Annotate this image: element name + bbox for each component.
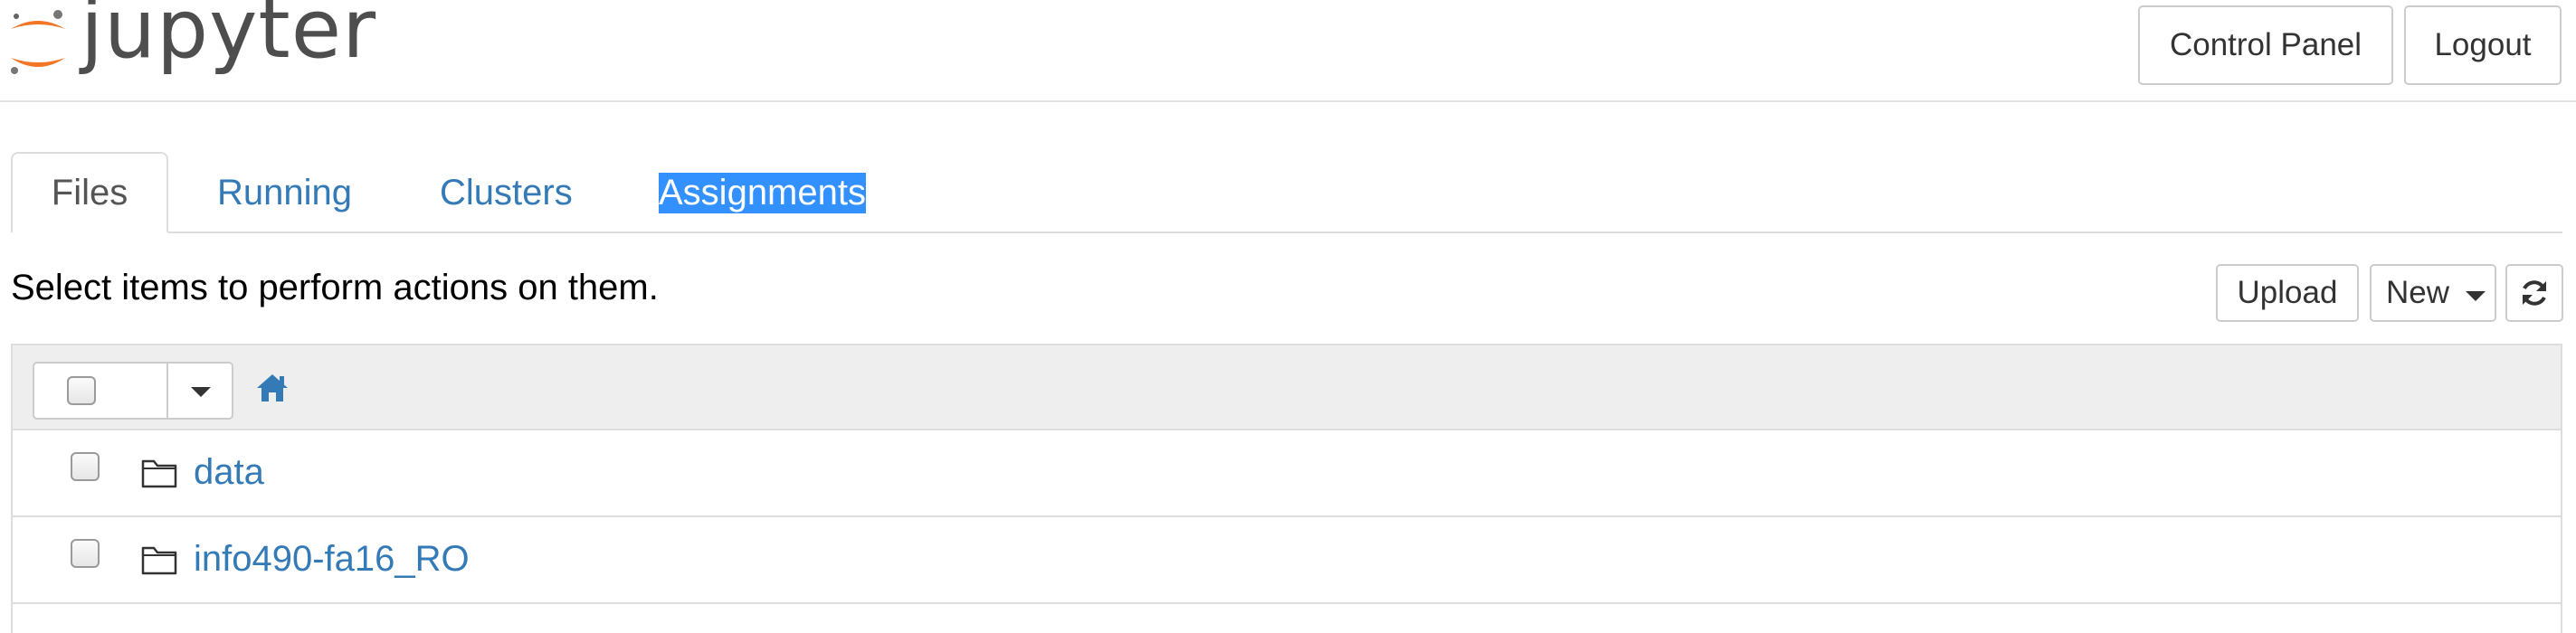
tab-clusters[interactable]: Clusters bbox=[440, 152, 573, 233]
new-button-label: New bbox=[2386, 275, 2450, 310]
item-checkbox[interactable] bbox=[71, 539, 100, 568]
upload-button[interactable]: Upload bbox=[2216, 264, 2359, 322]
refresh-button[interactable] bbox=[2505, 264, 2563, 322]
tab-files-label: Files bbox=[51, 172, 128, 213]
jupyter-logo[interactable]: jupyter bbox=[4, 0, 384, 87]
tab-running[interactable]: Running bbox=[217, 152, 352, 233]
folder-icon bbox=[141, 546, 177, 575]
control-panel-button[interactable]: Control Panel bbox=[2138, 5, 2393, 85]
tab-assignments-label: Assignments bbox=[659, 172, 866, 213]
tab-running-label: Running bbox=[217, 172, 353, 213]
caret-down-icon bbox=[191, 387, 211, 397]
list-item[interactable]: info490-fa16_RO bbox=[13, 517, 2561, 604]
home-icon[interactable] bbox=[255, 373, 290, 403]
jupyter-logo-text: jupyter bbox=[81, 0, 377, 77]
new-dropdown-button[interactable]: New bbox=[2370, 264, 2496, 322]
item-checkbox[interactable] bbox=[71, 452, 100, 481]
file-list-header bbox=[13, 345, 2561, 430]
list-item[interactable]: data bbox=[13, 430, 2561, 517]
select-all-group bbox=[33, 362, 233, 420]
tab-bar-divider bbox=[11, 231, 2562, 233]
header-divider bbox=[0, 100, 2576, 102]
select-all-checkbox[interactable] bbox=[67, 376, 96, 405]
tab-clusters-label: Clusters bbox=[440, 172, 573, 213]
file-list: data info490-fa16_RO bbox=[11, 344, 2562, 633]
selection-hint: Select items to perform actions on them. bbox=[11, 268, 659, 307]
caret-down-icon bbox=[2466, 291, 2486, 301]
select-menu-button[interactable] bbox=[168, 364, 233, 418]
refresh-icon bbox=[2523, 280, 2546, 306]
folder-icon bbox=[141, 459, 177, 488]
jupyter-logo-icon bbox=[11, 10, 65, 74]
item-link[interactable]: data bbox=[194, 452, 264, 493]
tab-files[interactable]: Files bbox=[11, 152, 168, 233]
item-link[interactable]: info490-fa16_RO bbox=[194, 539, 470, 580]
logout-button[interactable]: Logout bbox=[2404, 5, 2562, 85]
tab-assignments[interactable]: Assignments bbox=[659, 152, 866, 233]
